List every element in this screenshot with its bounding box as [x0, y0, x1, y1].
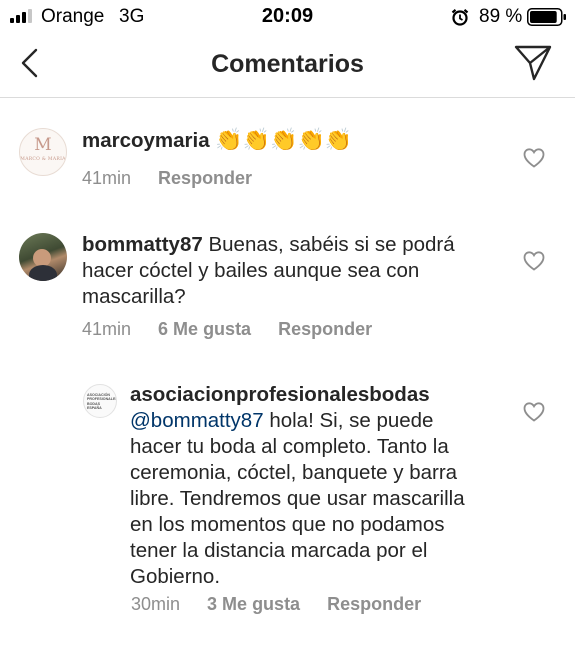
comment-emoji: 👏👏👏👏👏 — [215, 127, 353, 152]
likes-count[interactable]: 6 Me gusta — [158, 319, 251, 339]
comment-message: hola! Si, se puede hacer tu boda al comp… — [130, 409, 465, 588]
comment-username[interactable]: asociacionprofesionalesbodas — [130, 382, 480, 408]
page-title: Comentarios — [211, 50, 364, 78]
avatar[interactable]: M MARCO & MARIA — [19, 128, 67, 176]
comment-item: M MARCO & MARIA marcoymaria 👏👏👏👏👏 41min … — [0, 100, 575, 210]
reply-item: ASOCIACIÓN PROFESIONALES BODAS ESPAÑA as… — [0, 370, 575, 630]
mention-link[interactable]: @bommatty87 — [130, 409, 264, 432]
reply-button[interactable]: Responder — [278, 319, 372, 339]
avatar[interactable] — [19, 233, 67, 281]
comment-meta: 41min Responder — [82, 168, 274, 189]
alarm-icon — [451, 8, 469, 26]
heart-icon[interactable] — [523, 402, 545, 422]
header: Comentarios — [0, 34, 575, 98]
reply-button[interactable]: Responder — [158, 168, 252, 188]
avatar-caption: MARCO & MARIA — [20, 157, 66, 162]
comment-meta: 30min 3 Me gusta Responder — [131, 594, 443, 615]
avatar[interactable]: ASOCIACIÓN PROFESIONALES BODAS ESPAÑA — [83, 384, 117, 418]
comment-meta: 41min 6 Me gusta Responder — [82, 319, 394, 340]
comment-username[interactable]: marcoymaria — [82, 129, 210, 152]
battery-percent: 89 % — [479, 6, 523, 27]
comment-username[interactable]: bommatty87 — [82, 233, 203, 256]
comment-text: asociacionprofesionalesbodas @bommatty87… — [130, 382, 480, 590]
heart-icon[interactable] — [523, 251, 545, 271]
likes-count[interactable]: 3 Me gusta — [207, 594, 300, 614]
comment-text: bommatty87 Buenas, sabéis si se podrá ha… — [82, 232, 492, 310]
comment-time: 41min — [82, 168, 132, 188]
status-bar: Orange 3G 20:09 89 % — [0, 0, 575, 34]
battery-icon — [527, 8, 566, 26]
comment-time: 41min — [82, 319, 132, 339]
heart-icon[interactable] — [523, 148, 545, 168]
avatar-caption: ASOCIACIÓN PROFESIONALES BODAS ESPAÑA — [87, 393, 117, 411]
avatar-monogram: M — [34, 135, 52, 155]
reply-button[interactable]: Responder — [327, 594, 421, 614]
comment-time: 30min — [131, 594, 181, 614]
comment-text: marcoymaria 👏👏👏👏👏 — [82, 127, 502, 154]
comment-item: bommatty87 Buenas, sabéis si se podrá ha… — [0, 220, 575, 350]
send-icon[interactable] — [512, 43, 554, 83]
